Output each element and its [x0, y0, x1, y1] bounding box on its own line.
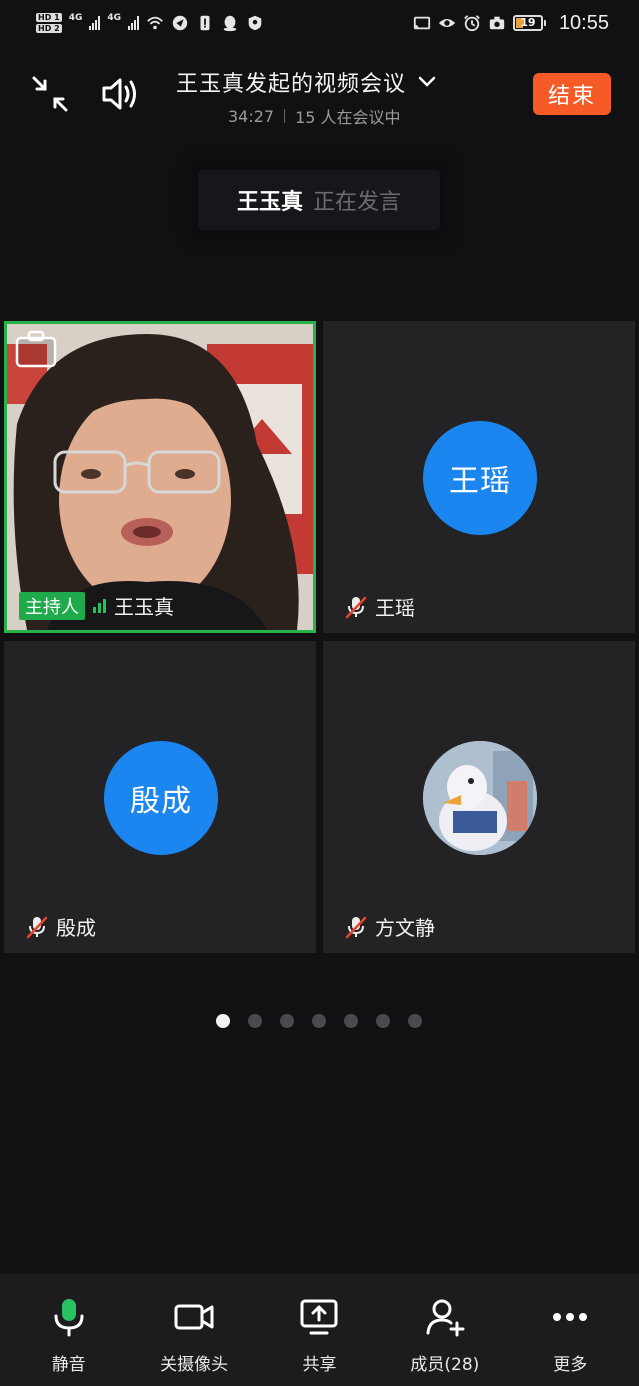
camera-indicator-icon [489, 16, 505, 30]
avatar: 王瑶 [423, 421, 537, 535]
participant-label: 方文静 [345, 912, 435, 941]
network-type-2: 4G [107, 13, 121, 23]
location-icon [172, 15, 188, 31]
screen-share-icon [300, 1299, 338, 1335]
participant-tile[interactable]: 方文静 [323, 641, 635, 953]
signal-icon [89, 16, 101, 30]
mute-button[interactable]: 静音 [9, 1274, 129, 1386]
cast-icon [413, 16, 431, 30]
avatar: 殷成 [104, 741, 218, 855]
meeting-title-dropdown[interactable]: 王玉真发起的视频会议 [176, 66, 436, 98]
participant-label: 主持人 王玉真 [19, 591, 174, 620]
mic-muted-icon [345, 916, 367, 938]
page-dot[interactable] [216, 1014, 230, 1028]
clock: 10:55 [558, 11, 609, 34]
speaker-name: 王玉真 [236, 190, 303, 215]
participant-tile-host-video[interactable]: 主持人 王玉真 [4, 321, 316, 633]
share-button[interactable]: 共享 [259, 1274, 379, 1386]
avatar-photo [423, 741, 537, 855]
mic-muted-icon [26, 916, 48, 938]
page-dot[interactable] [376, 1014, 390, 1028]
bottom-toolbar: 静音 关摄像头 共享 成员(28) 更多 [0, 1274, 639, 1386]
meeting-duration: 34:27 [228, 106, 275, 126]
alert-icon [200, 15, 210, 31]
page-dot[interactable] [248, 1014, 262, 1028]
more-dots-icon [553, 1313, 588, 1321]
eye-comfort-icon [438, 18, 456, 28]
speaker-status: 正在发言 [313, 190, 402, 215]
participant-name: 王瑶 [375, 596, 415, 620]
alarm-icon [464, 15, 480, 32]
video-camera-icon [174, 1304, 214, 1330]
participant-tile[interactable]: 王瑶 王瑶 [323, 321, 635, 633]
page-dot[interactable] [344, 1014, 358, 1028]
active-speaker-banner: 王玉真 正在发言 [198, 170, 440, 230]
participant-name: 王玉真 [114, 595, 174, 619]
add-member-icon [426, 1299, 465, 1337]
meeting-info: 34:27 15 人在会议中 [228, 104, 401, 128]
participant-label: 殷成 [26, 912, 96, 941]
audio-level-icon [93, 598, 106, 613]
participant-tile[interactable]: 殷成 殷成 [4, 641, 316, 953]
participant-label: 王瑶 [345, 592, 415, 621]
app-notification-icon [248, 15, 262, 31]
page-indicator[interactable] [216, 1014, 422, 1028]
mic-muted-icon [345, 596, 367, 618]
speaker-icon[interactable] [100, 74, 142, 114]
camera-toggle-button[interactable]: 关摄像头 [134, 1274, 254, 1386]
qq-icon [223, 15, 237, 32]
screenshot-icon[interactable] [13, 328, 59, 370]
network-type-1: 4G [68, 13, 83, 23]
microphone-icon [54, 1299, 84, 1337]
host-badge: 主持人 [19, 591, 85, 620]
more-button[interactable]: 更多 [510, 1274, 630, 1386]
participant-count: 15 人在会议中 [295, 108, 401, 127]
hd-indicator: HD 1 HD 2 [36, 13, 62, 33]
members-button[interactable]: 成员(28) [385, 1274, 505, 1386]
chevron-down-icon [418, 76, 436, 87]
signal-icon [128, 16, 139, 30]
page-dot[interactable] [312, 1014, 326, 1028]
meeting-header: 王玉真发起的视频会议 34:27 15 人在会议中 结束 [0, 56, 639, 140]
minimize-icon[interactable] [30, 74, 70, 114]
status-bar: HD 1 HD 2 4G 4G 19 10:55 [0, 0, 639, 46]
meeting-title: 王玉真发起的视频会议 [176, 72, 407, 97]
page-dot[interactable] [280, 1014, 294, 1028]
participant-name: 殷成 [56, 916, 96, 940]
participant-name: 方文静 [375, 916, 435, 940]
end-meeting-button[interactable]: 结束 [533, 73, 611, 115]
battery-icon: 19 [512, 15, 546, 31]
page-dot[interactable] [408, 1014, 422, 1028]
wifi-icon [147, 16, 163, 30]
